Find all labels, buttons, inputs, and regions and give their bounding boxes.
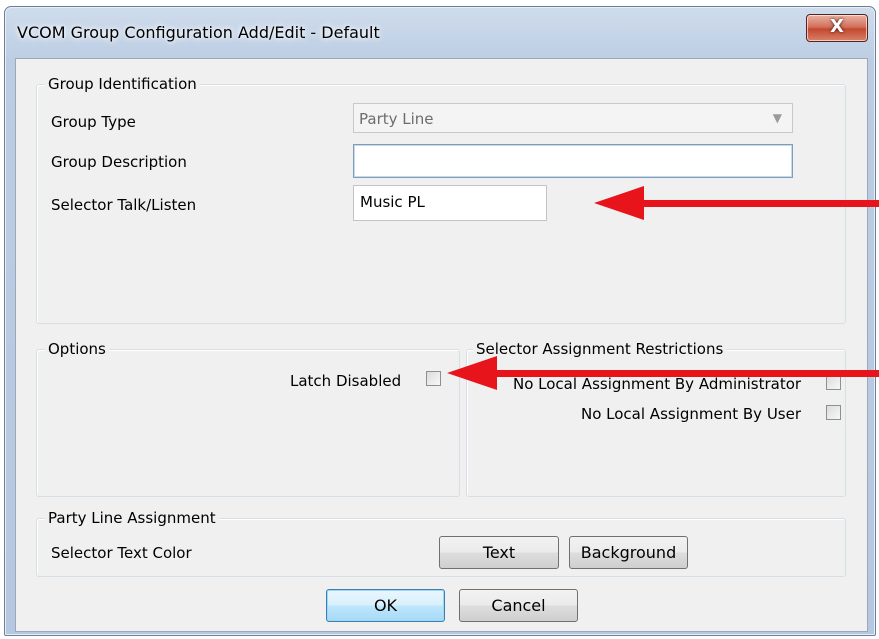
close-icon: X <box>830 16 844 37</box>
dialog-window: VCOM Group Configuration Add/Edit - Defa… <box>4 6 876 636</box>
group-description-label: Group Description <box>51 153 187 171</box>
no-local-admin-label: No Local Assignment By Administrator <box>513 375 802 393</box>
cancel-button[interactable]: Cancel <box>459 589 578 622</box>
arrow-head-icon <box>594 186 644 220</box>
group-description-input[interactable] <box>353 144 793 178</box>
group-type-label: Group Type <box>51 113 136 131</box>
latch-disabled-checkbox[interactable] <box>426 371 441 386</box>
selector-talk-listen-label: Selector Talk/Listen <box>51 196 197 214</box>
group-type-value: Party Line <box>359 110 434 128</box>
text-color-button[interactable]: Text <box>439 536 559 569</box>
party-line-assignment-legend: Party Line Assignment <box>45 509 219 527</box>
no-local-admin-checkbox[interactable] <box>826 375 841 390</box>
selector-talk-listen-value: Music PL <box>360 193 425 211</box>
close-button[interactable]: X <box>806 14 868 42</box>
options-legend: Options <box>45 340 109 358</box>
selector-text-color-label: Selector Text Color <box>51 544 192 562</box>
arrow-shaft <box>640 200 879 207</box>
group-identification-legend: Group Identification <box>45 75 200 93</box>
arrow-shaft <box>493 370 879 377</box>
background-color-button[interactable]: Background <box>569 536 688 569</box>
dialog-client-area: Group Identification Group Type Party Li… <box>15 58 868 632</box>
ok-button[interactable]: OK <box>326 589 445 622</box>
window-title: VCOM Group Configuration Add/Edit - Defa… <box>17 23 380 42</box>
chevron-down-icon: ▼ <box>772 111 782 125</box>
title-bar[interactable]: VCOM Group Configuration Add/Edit - Defa… <box>5 7 875 57</box>
arrow-head-icon <box>447 356 497 390</box>
no-local-user-checkbox[interactable] <box>826 405 841 420</box>
selector-talk-listen-input[interactable]: Music PL <box>353 185 547 221</box>
group-type-dropdown[interactable]: Party Line ▼ <box>353 103 793 133</box>
latch-disabled-label: Latch Disabled <box>290 372 402 390</box>
no-local-user-label: No Local Assignment By User <box>581 405 802 423</box>
selector-restrictions-legend: Selector Assignment Restrictions <box>473 340 727 358</box>
